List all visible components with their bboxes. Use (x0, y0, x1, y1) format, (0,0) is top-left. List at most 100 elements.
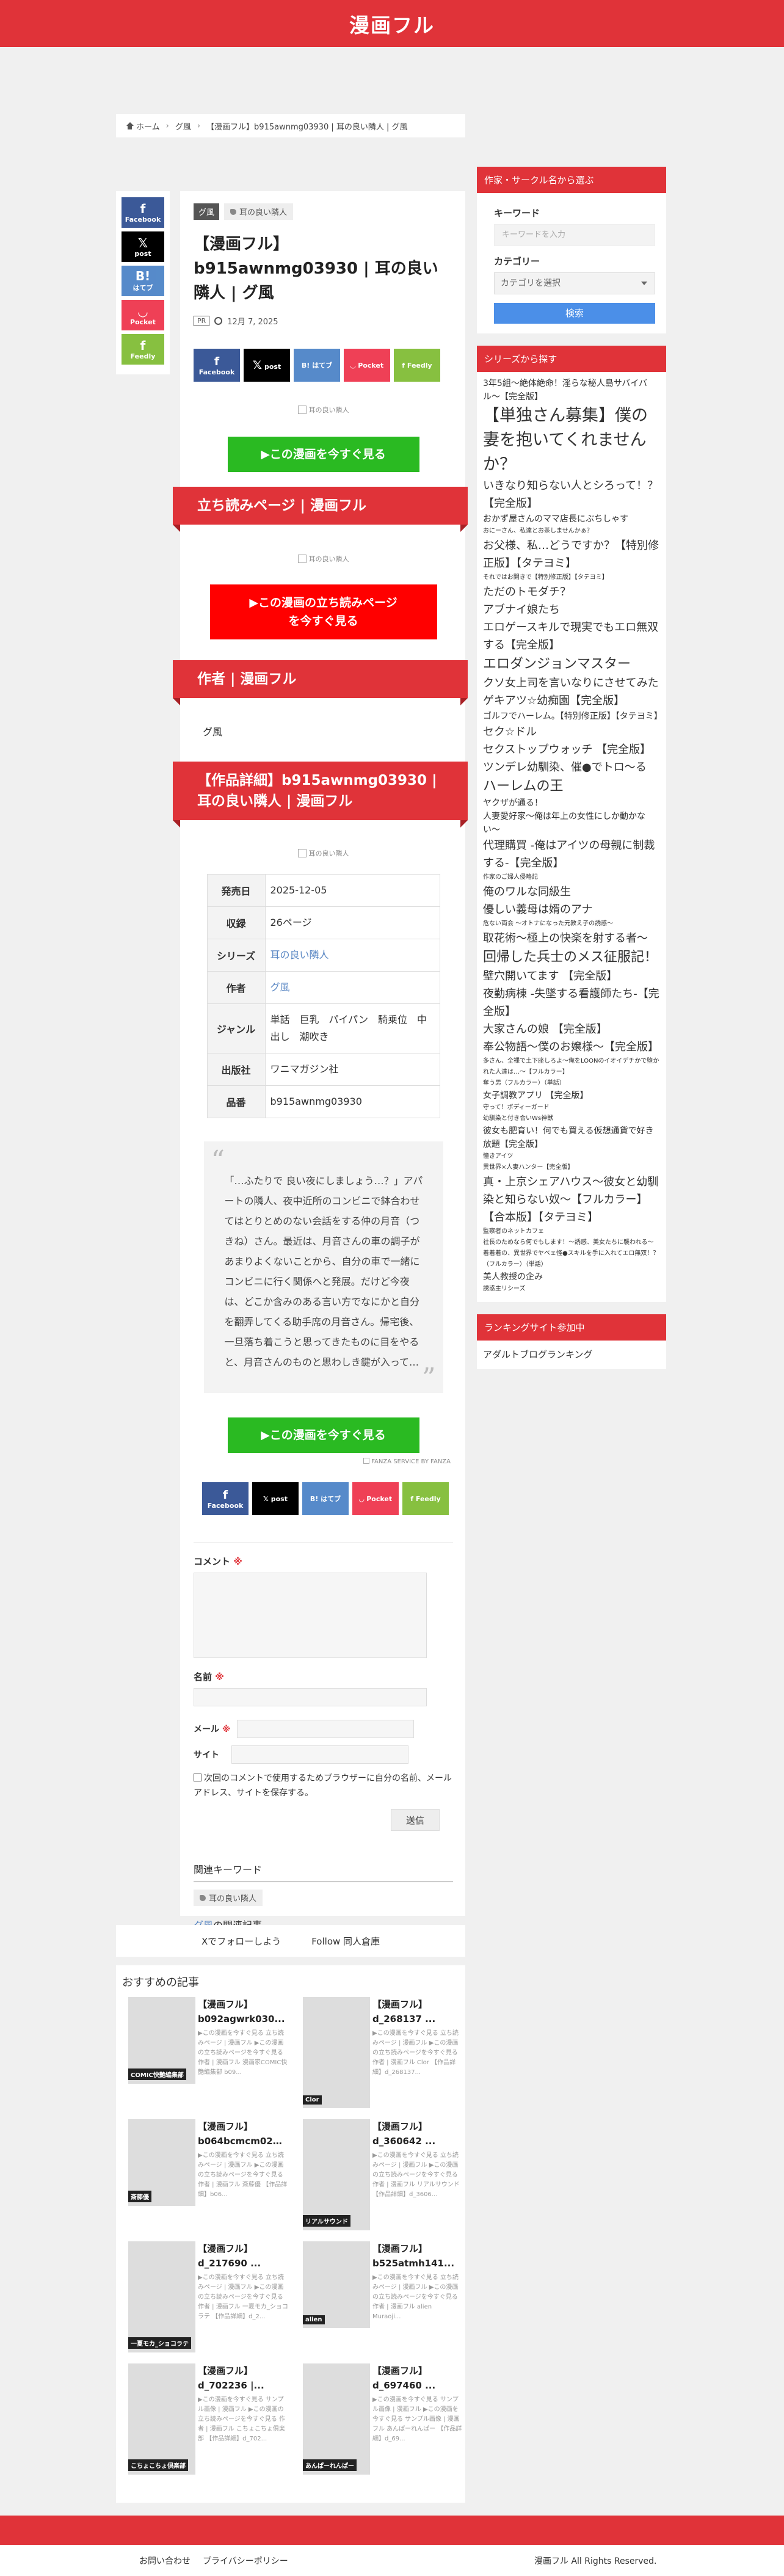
share-pocket-button[interactable]: ◡ Pocket (344, 349, 390, 382)
related-keyword-chip[interactable]: 耳の良い隣人 (194, 1890, 263, 1906)
comment-submit-button[interactable]: 送信 (391, 1809, 440, 1831)
tag-label: 耳の良い隣人 (239, 208, 288, 217)
share-hatena-button[interactable]: B! はてブ (122, 266, 164, 296)
series-tag[interactable]: 代理購買 -俺はアイツの母親に制裁する-【完全版】 (483, 837, 660, 872)
series-tag[interactable]: いきなり知らない人とシろって！？【完全版】 (483, 477, 660, 512)
breadcrumb-category[interactable]: グ風 (175, 120, 191, 132)
series-tag[interactable]: 美人教授の企み (483, 1270, 660, 1284)
tag-chip[interactable]: 耳の良い隣人 (224, 203, 294, 220)
recommended-card[interactable]: あんぱーれんぱー 【漫画フル】 d_697460 ... ▶この漫画を今すぐ見る サン… (303, 2363, 463, 2475)
series-tag[interactable]: 人妻愛好家〜俺は年上の女性にしか動かない〜 (483, 810, 660, 837)
recommended-card[interactable]: 斎藤優 【漫画フル】 b064bcmcm026... ▶この漫画を今すぐ見る 立ち読み… (128, 2119, 288, 2230)
share-label: Facebook (207, 1501, 244, 1510)
series-tag[interactable]: 回帰した兵士のメス征服記！ (483, 947, 660, 967)
series-tag[interactable]: 幼馴染と付き合いWs神獣 (483, 1113, 660, 1124)
series-tag[interactable]: 奉公物語〜僕のお嬢様〜【完全版】 (483, 1038, 660, 1056)
cover-image[interactable]: 耳の良い隣人 (194, 399, 453, 421)
preview-now-button[interactable]: ▶この漫画の立ち読みページ を今すぐ見る (209, 584, 437, 639)
recommended-card[interactable]: Clor 【漫画フル】 d_268137 ... ▶この漫画を今すぐ見る 立ち読みペー… (303, 1997, 463, 2108)
series-tag[interactable]: 【単独さん募集】僕の妻を抱いてくれませんか？ (483, 404, 660, 477)
keyword-input[interactable]: キーワードを入力 (494, 224, 655, 246)
author-link[interactable]: グ風 (270, 981, 290, 993)
ranking-link[interactable]: アダルトブログランキング (483, 1349, 593, 1360)
recommended-card[interactable]: COMIC快艶編集部 【漫画フル】 b092agwrk030... ▶この漫画を今すぐ… (128, 1997, 288, 2108)
series-tag[interactable]: お父様、私…どうですか？【特別修正版】【タテヨミ】 (483, 537, 660, 572)
series-tag[interactable]: 危ない両会 〜オトナになった元教え子の誘惑〜 (483, 919, 660, 930)
search-button[interactable]: 検索 (494, 303, 655, 324)
series-tag[interactable]: ヤクザが通る！ (483, 796, 660, 810)
series-link[interactable]: 耳の良い隣人 (270, 949, 329, 961)
series-tag[interactable]: 憧きアイツ (483, 1151, 660, 1162)
series-tag[interactable]: ただのトモダチ？ (483, 583, 660, 601)
series-tag[interactable]: 取花術〜極上の快楽を射する者〜 (483, 930, 660, 947)
series-tag[interactable]: セクストップウォッチ 【完全版】 (483, 741, 660, 759)
recommended-card[interactable]: 一夏モカ_ショコラテ 【漫画フル】 d_217690 ... ▶この漫画を今すぐ見る … (128, 2241, 288, 2352)
save-info-checkbox[interactable] (194, 1774, 201, 1781)
series-tag[interactable]: アブナイ娘たち (483, 601, 660, 619)
follow-doujin-link[interactable]: Follow 同人倉庫 (311, 1935, 380, 1948)
breadcrumb-home[interactable]: ホーム (136, 120, 160, 132)
share-x-button[interactable]: 𝕏 post (244, 349, 290, 382)
series-tag[interactable]: 大家さんの娘 【完全版】 (483, 1021, 660, 1038)
share-pocket-button[interactable]: ◡ Pocket (352, 1482, 399, 1515)
series-tag[interactable]: 監察者のネットカフェ (483, 1226, 660, 1237)
email-input[interactable] (236, 1720, 414, 1738)
series-tag[interactable]: 壁穴開いてます 【完全版】 (483, 967, 660, 985)
series-tag[interactable]: 守って！ボディーガード (483, 1102, 660, 1113)
preview-image[interactable]: 耳の良い隣人 (194, 548, 453, 570)
share-feedly-button[interactable]: f Feedly (394, 349, 440, 382)
series-tag[interactable]: 社長のためなら何でもします！〜誘惑、美女たちに襲われる〜 (483, 1237, 660, 1248)
footer-privacy-link[interactable]: プライバシーポリシー (203, 2555, 288, 2567)
site-title[interactable]: 漫画フル (349, 9, 435, 38)
series-tag[interactable]: 女子調教アプリ 【完全版】 (483, 1089, 660, 1102)
share-x-button[interactable]: 𝕏 post (252, 1482, 299, 1515)
series-tag[interactable]: ハーレムの王 (483, 776, 660, 796)
follow-x-link[interactable]: Xでフォローしよう (201, 1935, 281, 1948)
series-tag[interactable]: ゲキアツ☆幼痴園【完全版】 (483, 692, 660, 710)
recommended-card[interactable]: alien 【漫画フル】 b525atmh141... ▶この漫画を今すぐ見る 立ち読… (303, 2241, 463, 2352)
name-input[interactable] (194, 1688, 427, 1706)
detail-image[interactable]: 耳の良い隣人 (194, 842, 453, 864)
comment-textarea[interactable] (194, 1573, 427, 1658)
recommended-card[interactable]: リアルサウンド 【漫画フル】 d_360642 ... ▶この漫画を今すぐ見る 立ち読… (303, 2119, 463, 2230)
series-tag[interactable]: それではお開きで【特別修正版】【タテヨミ】 (483, 572, 660, 583)
series-tag[interactable]: エロダンジョンマスター (483, 654, 660, 674)
series-tag[interactable]: 多さん、全裸で土下座しろよ〜俺をLOONのイオイデチかで堕かれた人達は…〜【フル… (483, 1056, 660, 1078)
share-feedly-button[interactable]: f Feedly (402, 1482, 449, 1515)
series-tag[interactable]: ゴルフでハーレム。【特別修正版】【タテヨミ】 (483, 710, 662, 723)
share-hatena-button[interactable]: B! はてブ (302, 1482, 349, 1515)
series-tag[interactable]: 彼女も肥育い！何でも買える仮想通貨で好き放題【完全版】 (483, 1124, 660, 1151)
series-tag[interactable]: クソ女上司を言いなりにさせてみた (483, 674, 660, 692)
series-tag[interactable]: 俺のワルな同級生 (483, 883, 660, 901)
share-hatena-button[interactable]: B! はてブ (294, 349, 340, 382)
affiliate-credit[interactable]: FANZA SERVICE BY FANZA (194, 1458, 451, 1465)
category-badge[interactable]: グ風 (194, 203, 220, 220)
series-tag[interactable]: 夜勤病棟 -失墜する看護師たち-【完全版】 (483, 985, 660, 1021)
share-facebook-button[interactable]: f Facebook (194, 349, 240, 382)
footer-contact-link[interactable]: お問い合わせ (139, 2555, 191, 2567)
recommended-card[interactable]: こちょこちょ倶楽部 【漫画フル】 d_702236 |... ▶この漫画を今すぐ見る … (128, 2363, 288, 2475)
category-select[interactable]: カテゴリを選択 (494, 272, 655, 294)
series-tag[interactable]: 異世界×人妻ハンター【完全版】 (483, 1162, 660, 1173)
read-now-button-bottom[interactable]: ▶この漫画を今すぐ見る (227, 1417, 419, 1453)
series-tag[interactable]: おにーさん、私達とお茶しませんかぁ？ (483, 526, 660, 537)
series-tag[interactable]: セク☆ドル (483, 723, 660, 741)
series-tag[interactable]: 優しい義母は婿のアナ (483, 901, 660, 919)
series-tag[interactable]: 3年5組〜絶体絶命！淫らな秘人島サバイバル〜【完全版】 (483, 377, 660, 404)
series-tag[interactable]: 奪う男（フルカラー）（単話） (483, 1078, 660, 1089)
share-x-button[interactable]: 𝕏post (122, 231, 164, 262)
series-tag[interactable]: ツンデレ幼馴染、催●でトロ〜る (483, 759, 660, 776)
share-pocket-button[interactable]: ◡ Pocket (122, 300, 164, 330)
series-tag[interactable]: 着着着の、異世界でヤベェ怪●スキルを手に入れてエロ無双！？（フルカラー）（単話） (483, 1248, 660, 1270)
share-facebook-button[interactable]: f Facebook (202, 1482, 249, 1515)
series-tag[interactable]: 誘惑主リシーズ (483, 1284, 660, 1295)
series-tag[interactable]: エロゲースキルで現実でもエロ無双する【完全版】 (483, 619, 660, 654)
share-feedly-button[interactable]: f Feedly (122, 334, 164, 365)
read-now-button[interactable]: ▶この漫画を今すぐ見る (227, 437, 419, 472)
series-tag-label: 代理購買 -俺はアイツの母親に制裁する-【完全版】 (483, 839, 655, 870)
share-facebook-button[interactable]: f Facebook (122, 197, 164, 228)
series-tag[interactable]: 作家のご婦人侵略記 (483, 872, 660, 883)
site-input[interactable] (231, 1745, 408, 1764)
series-tag[interactable]: おかず屋さんのママ店長にぶちしゃす (483, 512, 660, 526)
series-tag[interactable]: 真・上京シェアハウス〜彼女と幼馴染と知らない奴〜【フルカラー】【合本版】【タテヨ… (483, 1173, 660, 1226)
